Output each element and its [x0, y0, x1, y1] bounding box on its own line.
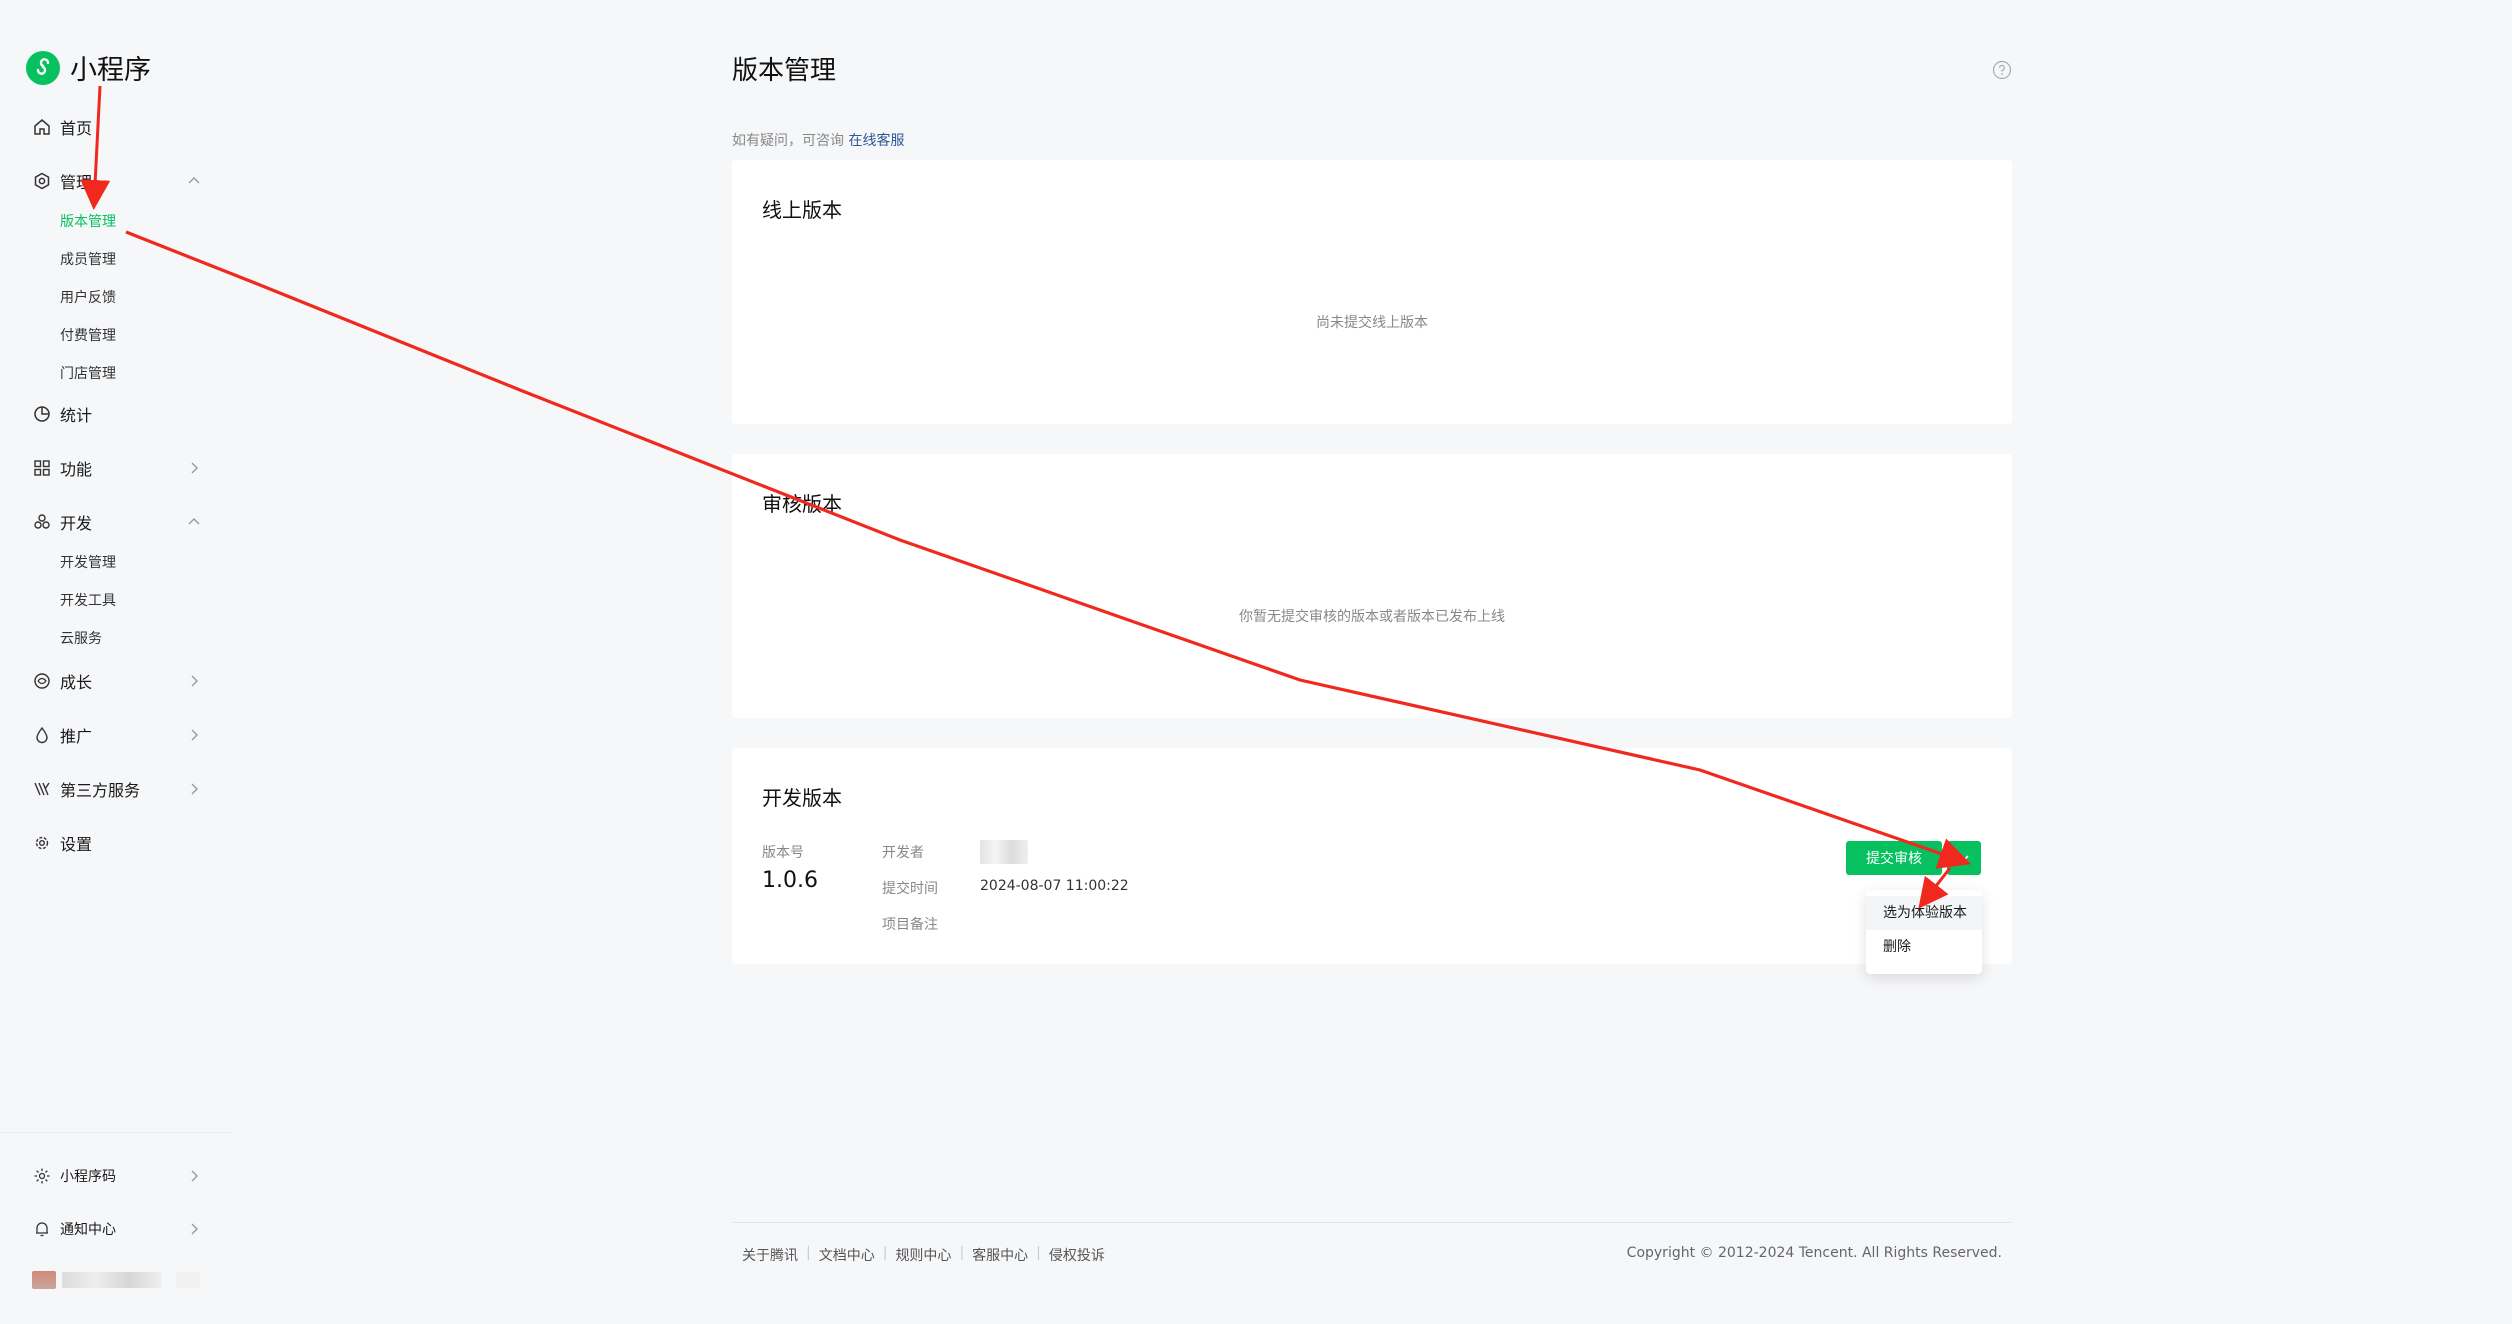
home-icon [32, 117, 52, 137]
footer-link-docs[interactable]: 文档中心 [811, 1245, 883, 1265]
menu-item-delete[interactable]: 删除 [1866, 930, 1982, 964]
chevron-right-icon [191, 1223, 198, 1235]
submit-review-button[interactable]: 提交审核 [1846, 841, 1942, 875]
chevron-up-icon [188, 177, 200, 184]
account-avatar[interactable] [32, 1271, 56, 1289]
thirdparty-icon [32, 779, 52, 799]
app-name: 小程序 [70, 55, 151, 86]
chevron-right-icon [191, 675, 198, 687]
chevron-right-icon [191, 462, 198, 474]
chevron-right-icon [191, 1170, 198, 1182]
developer-avatar-blurred [980, 840, 1028, 864]
submit-time-label: 提交时间 [882, 881, 938, 897]
online-support-link[interactable]: 在线客服 [848, 133, 904, 149]
promote-icon [32, 725, 52, 745]
nav-settings[interactable]: 设置 [32, 828, 202, 858]
nav-growth[interactable]: 成长 [32, 666, 202, 696]
footer-link-rules[interactable]: 规则中心 [887, 1245, 959, 1265]
submit-time-value: 2024-08-07 11:00:22 [980, 878, 1129, 894]
app-logo[interactable]: 小程序 [26, 48, 151, 87]
footer-link-about[interactable]: 关于腾讯 [742, 1245, 806, 1265]
chevron-right-icon [191, 783, 198, 795]
sidebar-divider [0, 1132, 232, 1133]
page-title: 版本管理 [732, 56, 837, 86]
nav-statistics[interactable]: 统计 [32, 399, 202, 429]
qrcode-icon [32, 1166, 52, 1186]
nav-label: 通知中心 [60, 1222, 116, 1238]
growth-icon [32, 671, 52, 691]
empty-message: 尚未提交线上版本 [1316, 315, 1428, 331]
remark-label: 项目备注 [882, 917, 938, 933]
nav-label: 功能 [60, 460, 93, 479]
sidebar-item-store-manage[interactable]: 门店管理 [60, 363, 116, 385]
nav-promote[interactable]: 推广 [32, 720, 202, 750]
bell-icon [32, 1219, 52, 1239]
review-version-card: 审核版本 你暂无提交审核的版本或者版本已发布上线 [732, 454, 2012, 718]
sidebar-item-payment-manage[interactable]: 付费管理 [60, 325, 116, 347]
sidebar-item-version-manage[interactable]: 版本管理 [60, 211, 116, 233]
grid-icon [32, 458, 52, 478]
more-actions-menu: 选为体验版本 删除 [1866, 890, 1982, 974]
nav-label: 小程序码 [60, 1169, 116, 1185]
sidebar-item-dev-tools[interactable]: 开发工具 [60, 590, 116, 612]
nav-label: 第三方服务 [60, 781, 141, 800]
online-version-card: 线上版本 尚未提交线上版本 [732, 160, 2012, 424]
sidebar-item-cloud-service[interactable]: 云服务 [60, 628, 102, 650]
pie-chart-icon [32, 404, 52, 424]
version-number: 1.0.6 [762, 868, 818, 893]
gear-outline-icon [32, 171, 52, 191]
empty-message: 你暂无提交审核的版本或者版本已发布上线 [1239, 609, 1505, 625]
card-title: 审核版本 [762, 492, 842, 516]
nav-third-party[interactable]: 第三方服务 [32, 774, 202, 804]
sidebar-item-member-manage[interactable]: 成员管理 [60, 249, 116, 271]
card-title: 开发版本 [762, 786, 842, 810]
nav-label: 首页 [60, 119, 93, 138]
nav-label: 开发 [60, 514, 93, 533]
sidebar-item-user-feedback[interactable]: 用户反馈 [60, 287, 116, 309]
dev-icon [32, 512, 52, 532]
nav-home[interactable]: 首页 [32, 112, 202, 142]
footer-links: 关于腾讯 | 文档中心 | 规则中心 | 客服中心 | 侵权投诉 [742, 1245, 1113, 1265]
help-hint: 如有疑问，可咨询 在线客服 [732, 130, 904, 150]
nav-features[interactable]: 功能 [32, 453, 202, 483]
menu-item-set-experience[interactable]: 选为体验版本 [1866, 896, 1982, 930]
chevron-right-icon [191, 729, 198, 741]
nav-label: 推广 [60, 727, 93, 746]
developer-label: 开发者 [882, 845, 924, 861]
nav-label: 统计 [60, 406, 93, 425]
footer-link-infringement[interactable]: 侵权投诉 [1041, 1245, 1113, 1265]
footer-link-support[interactable]: 客服中心 [964, 1245, 1036, 1265]
chevron-down-icon [1959, 855, 1969, 862]
version-label: 版本号 [762, 845, 804, 861]
nav-miniprogram-code[interactable]: 小程序码 [32, 1161, 202, 1191]
nav-develop[interactable]: 开发 [32, 507, 202, 537]
hint-text: 如有疑问，可咨询 [732, 133, 844, 149]
footer-divider [732, 1222, 2012, 1223]
account-name-blurred[interactable] [62, 1272, 162, 1288]
chevron-up-icon [188, 518, 200, 525]
nav-notification-center[interactable]: 通知中心 [32, 1214, 202, 1244]
dev-version-card: 开发版本 版本号 1.0.6 开发者 提交时间 2024-08-07 11:00… [732, 748, 2012, 964]
sidebar-item-dev-manage[interactable]: 开发管理 [60, 552, 116, 574]
card-title: 线上版本 [762, 198, 842, 222]
nav-label: 管理 [60, 173, 93, 192]
miniprogram-logo-icon [26, 50, 60, 85]
account-extra-blurred [176, 1272, 200, 1288]
nav-label: 设置 [60, 835, 93, 854]
nav-manage[interactable]: 管理 [32, 166, 202, 196]
more-actions-button[interactable] [1947, 841, 1981, 875]
nav-label: 成长 [60, 673, 93, 692]
sidebar: 小程序 首页 管理 版本管理 成员管理 用户反馈 付费管理 门店管理 统计 功能 [0, 0, 232, 1324]
copyright: Copyright © 2012-2024 Tencent. All Right… [1626, 1245, 2002, 1261]
settings-icon [32, 833, 52, 853]
help-icon[interactable] [1992, 60, 2012, 80]
